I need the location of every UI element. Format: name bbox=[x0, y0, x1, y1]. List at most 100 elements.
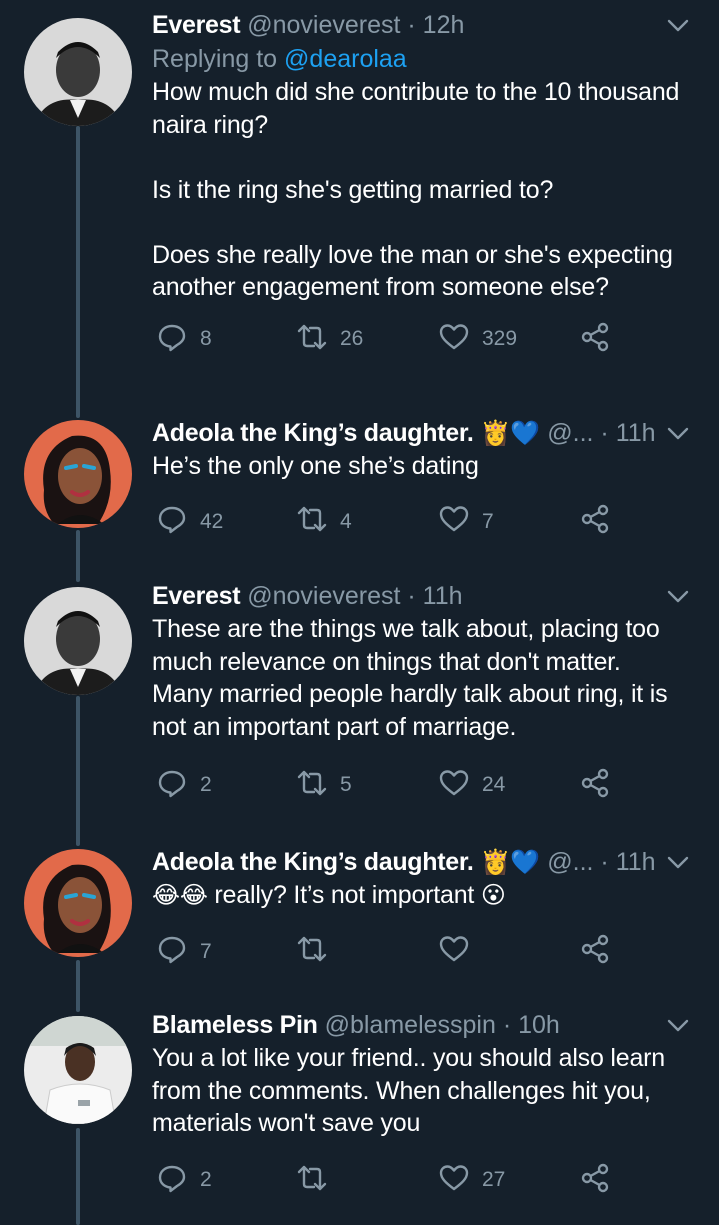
separator: · bbox=[600, 848, 609, 876]
share-button[interactable] bbox=[579, 502, 611, 542]
thread-line bbox=[76, 696, 80, 846]
retweet-count: 5 bbox=[340, 773, 352, 796]
share-icon bbox=[579, 1162, 611, 1199]
like-icon bbox=[438, 933, 470, 970]
chevron-down-icon[interactable] bbox=[665, 420, 691, 446]
retweet-button[interactable] bbox=[296, 1160, 340, 1200]
separator: · bbox=[502, 1011, 512, 1039]
retweet-button[interactable]: 5 bbox=[296, 765, 352, 805]
text-emoji: 😮 bbox=[480, 882, 506, 909]
timestamp[interactable]: 11h bbox=[423, 582, 463, 610]
chevron-down-icon[interactable] bbox=[665, 12, 691, 38]
retweet-icon bbox=[296, 321, 328, 358]
timestamp[interactable]: 12h bbox=[423, 11, 465, 39]
tweet-actions: 8 26 329 bbox=[152, 319, 699, 359]
conversation-thread: Everest @novieverest · 12h Replying to @… bbox=[0, 0, 719, 1225]
user-handle[interactable]: @novieverest bbox=[247, 582, 400, 610]
retweet-button[interactable] bbox=[296, 932, 340, 972]
like-count: 329 bbox=[482, 327, 518, 350]
display-name[interactable]: Adeola the King’s daughter. bbox=[152, 419, 474, 447]
display-name[interactable]: Adeola the King’s daughter. bbox=[152, 848, 474, 876]
like-button[interactable]: 24 bbox=[438, 765, 505, 805]
retweet-icon bbox=[296, 503, 328, 540]
share-icon bbox=[579, 321, 611, 358]
thread-line bbox=[76, 1128, 80, 1225]
user-handle[interactable]: @novieverest bbox=[247, 11, 400, 39]
replying-to: Replying to @dearolaa bbox=[152, 42, 699, 76]
like-icon bbox=[438, 503, 470, 540]
avatar[interactable] bbox=[24, 1016, 132, 1124]
reply-button[interactable]: 42 bbox=[156, 502, 223, 542]
share-button[interactable] bbox=[579, 765, 611, 805]
chevron-down-icon[interactable] bbox=[665, 849, 691, 875]
share-icon bbox=[579, 767, 611, 804]
replying-to-handle[interactable]: @dearolaa bbox=[284, 45, 407, 73]
avatar[interactable] bbox=[24, 18, 132, 126]
tweet-text-content: really? It’s not important bbox=[207, 881, 481, 909]
user-handle[interactable]: @... bbox=[547, 419, 593, 447]
thread-line bbox=[76, 530, 80, 582]
like-button[interactable] bbox=[438, 932, 482, 972]
user-handle[interactable]: @... bbox=[547, 848, 593, 876]
tweet-actions: 7 bbox=[152, 932, 699, 972]
retweet-icon bbox=[296, 933, 328, 970]
like-button[interactable]: 27 bbox=[438, 1160, 505, 1200]
tweet-header: Everest @novieverest · 11h bbox=[152, 579, 699, 613]
tweet-header: Adeola the King’s daughter. 👸💙 @... · 11… bbox=[152, 845, 699, 879]
reply-count: 42 bbox=[200, 509, 224, 533]
tweet-text: How much did she contribute to the 10 th… bbox=[152, 78, 680, 301]
retweet-count: 4 bbox=[340, 509, 352, 533]
retweet-icon bbox=[296, 1162, 328, 1199]
user-handle[interactable]: @blamelesspin bbox=[325, 1011, 496, 1039]
like-button[interactable]: 7 bbox=[438, 502, 494, 542]
like-count: 27 bbox=[482, 1168, 506, 1191]
thread-line bbox=[76, 960, 80, 1012]
timestamp[interactable]: 11h bbox=[616, 419, 656, 447]
chevron-down-icon[interactable] bbox=[665, 1012, 691, 1038]
reply-count: 2 bbox=[200, 1168, 212, 1191]
tweet-header: Everest @novieverest · 12h bbox=[152, 8, 699, 42]
share-button[interactable] bbox=[579, 1160, 611, 1200]
name-emoji: 👸💙 bbox=[480, 849, 541, 876]
retweet-count: 26 bbox=[340, 327, 364, 350]
tweet-text: You a lot like your friend.. you should … bbox=[152, 1044, 666, 1137]
reply-icon bbox=[156, 767, 188, 804]
text-emoji: 😂😂 bbox=[152, 882, 208, 909]
share-icon bbox=[579, 503, 611, 540]
retweet-button[interactable]: 4 bbox=[296, 502, 352, 542]
name-emoji: 👸💙 bbox=[480, 420, 541, 447]
reply-icon bbox=[156, 933, 188, 970]
like-count: 7 bbox=[482, 509, 494, 533]
separator: · bbox=[600, 419, 609, 447]
display-name[interactable]: Everest bbox=[152, 582, 241, 610]
timestamp[interactable]: 10h bbox=[518, 1011, 560, 1039]
chevron-down-icon[interactable] bbox=[665, 583, 691, 609]
separator: · bbox=[407, 582, 416, 610]
reply-icon bbox=[156, 321, 188, 358]
share-icon bbox=[579, 933, 611, 970]
like-button[interactable]: 329 bbox=[438, 319, 517, 359]
reply-button[interactable]: 8 bbox=[156, 319, 212, 359]
separator: · bbox=[407, 11, 416, 39]
tweet-header: Adeola the King’s daughter. 👸💙 @... · 11… bbox=[152, 416, 699, 450]
timestamp[interactable]: 11h bbox=[616, 848, 656, 876]
share-button[interactable] bbox=[579, 319, 611, 359]
tweet-actions: 2 27 bbox=[152, 1160, 699, 1200]
retweet-button[interactable]: 26 bbox=[296, 319, 363, 359]
retweet-icon bbox=[296, 767, 328, 804]
avatar[interactable] bbox=[24, 587, 132, 695]
reply-button[interactable]: 2 bbox=[156, 1160, 212, 1200]
like-count: 24 bbox=[482, 773, 506, 796]
reply-button[interactable]: 7 bbox=[156, 932, 212, 972]
reply-button[interactable]: 2 bbox=[156, 765, 212, 805]
reply-count: 7 bbox=[200, 939, 212, 963]
display-name[interactable]: Blameless Pin bbox=[152, 1011, 318, 1039]
avatar[interactable] bbox=[24, 849, 132, 957]
display-name[interactable]: Everest bbox=[152, 11, 241, 39]
reply-count: 2 bbox=[200, 773, 212, 796]
reply-icon bbox=[156, 1162, 188, 1199]
share-button[interactable] bbox=[579, 932, 611, 972]
reply-icon bbox=[156, 503, 188, 540]
replying-to-label: Replying to bbox=[152, 45, 278, 73]
avatar[interactable] bbox=[24, 420, 132, 528]
